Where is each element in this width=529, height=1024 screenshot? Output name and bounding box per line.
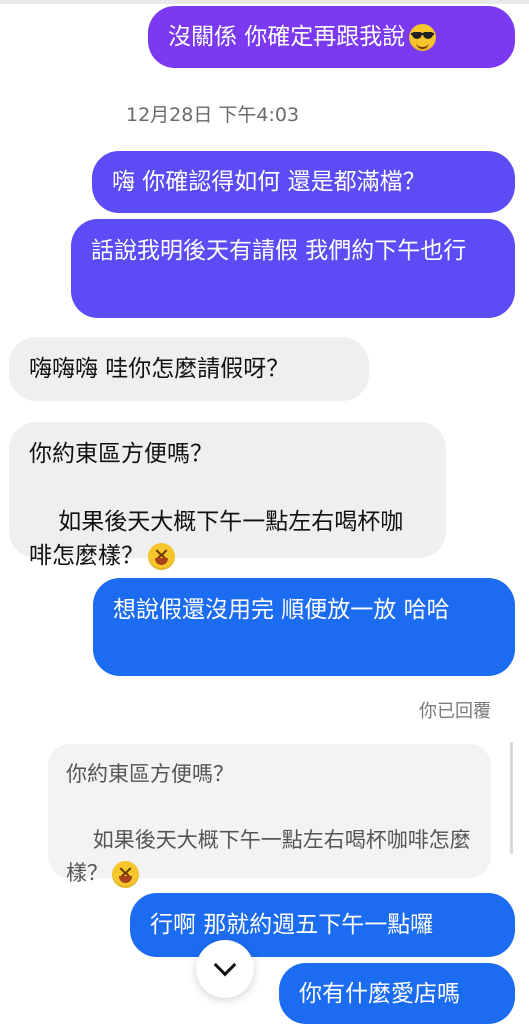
incoming-message[interactable]: 嗨嗨嗨 哇你怎麼請假呀？ bbox=[9, 337, 369, 401]
outgoing-message[interactable]: 行啊 那就約週五下午一點囉 bbox=[130, 893, 515, 957]
outgoing-message[interactable]: 你有什麼愛店嗎 bbox=[279, 963, 515, 1024]
quoted-text-line: 你約東區方便嗎？ bbox=[66, 762, 234, 786]
message-text: 行啊 那就約週五下午一點囉 bbox=[150, 912, 434, 938]
laughing-emoji-icon bbox=[112, 860, 139, 888]
scroll-down-button[interactable] bbox=[196, 940, 254, 998]
sunglasses-emoji-icon bbox=[409, 23, 437, 51]
scrollbar[interactable] bbox=[510, 742, 513, 854]
quoted-message[interactable]: 你約東區方便嗎？ 如果後天大概下午一點左右喝杯咖啡怎麼樣？ bbox=[48, 744, 491, 888]
replied-label: 你已回覆 bbox=[419, 701, 491, 722]
laughing-emoji-icon bbox=[148, 543, 175, 570]
message-text-line: 你約東區方便嗎？ bbox=[29, 441, 213, 467]
chevron-down-icon bbox=[213, 953, 237, 977]
timestamp: 12月28日 下午4:03 bbox=[126, 104, 300, 126]
message-text: 沒關係 你確定再跟我說 bbox=[168, 24, 406, 50]
message-text: 想說假還沒用完 順便放一放 哈哈 bbox=[113, 597, 450, 623]
outgoing-message[interactable]: 嗨 你確認得如何 還是都滿檔？ bbox=[92, 151, 515, 213]
outgoing-message[interactable]: 想說假還沒用完 順便放一放 哈哈 bbox=[93, 578, 515, 676]
message-text: 嗨嗨嗨 哇你怎麼請假呀？ bbox=[29, 356, 290, 382]
message-text: 你有什麼愛店嗎 bbox=[299, 980, 460, 1007]
outgoing-message[interactable]: 話說我明後天有請假 我們約下午也行 bbox=[71, 219, 515, 318]
message-text: 話說我明後天有請假 我們約下午也行 bbox=[91, 238, 467, 264]
top-divider bbox=[0, 0, 529, 4]
message-text: 嗨 你確認得如何 還是都滿檔？ bbox=[112, 169, 426, 195]
outgoing-message[interactable]: 沒關係 你確定再跟我說 bbox=[148, 6, 515, 68]
incoming-message[interactable]: 你約東區方便嗎？ 如果後天大概下午一點左右喝杯咖啡怎麼樣？ bbox=[9, 422, 446, 570]
